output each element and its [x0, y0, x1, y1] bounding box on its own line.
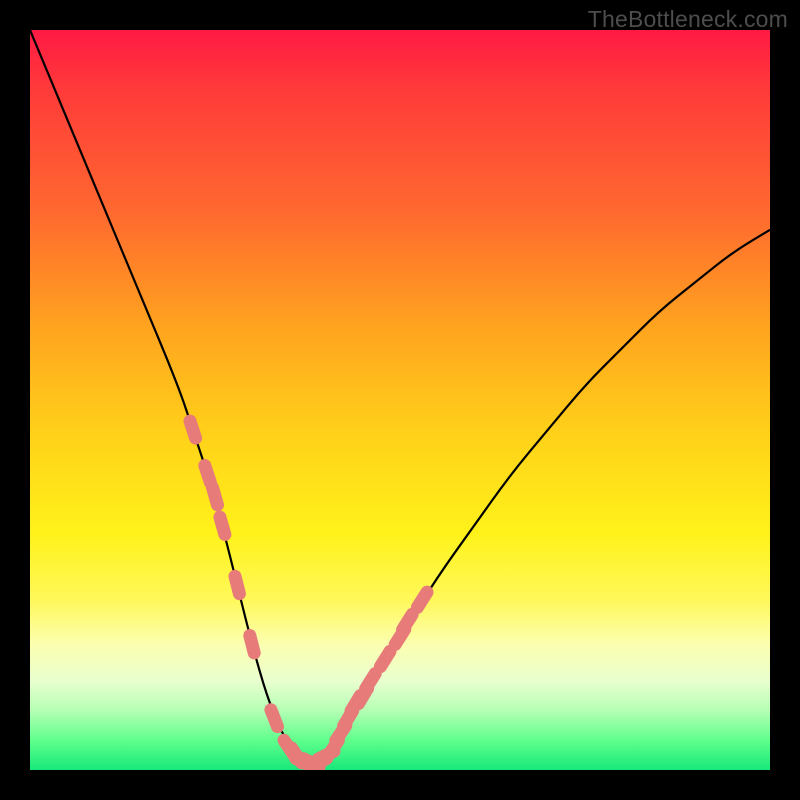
marker-point	[271, 710, 278, 727]
marker-point	[417, 592, 427, 607]
curve-layer	[30, 30, 770, 770]
marker-point	[380, 651, 390, 666]
marker-group	[190, 421, 427, 766]
marker-point	[403, 614, 413, 629]
marker-point	[213, 488, 218, 505]
marker-point	[366, 674, 376, 689]
marker-point	[250, 636, 254, 653]
marker-point	[235, 576, 239, 593]
marker-point	[220, 517, 225, 534]
watermark-text: TheBottleneck.com	[588, 6, 788, 33]
bottleneck-curve	[30, 30, 770, 761]
marker-point	[205, 466, 211, 483]
chart-frame: TheBottleneck.com	[0, 0, 800, 800]
plot-area	[30, 30, 770, 770]
marker-point	[190, 421, 196, 438]
